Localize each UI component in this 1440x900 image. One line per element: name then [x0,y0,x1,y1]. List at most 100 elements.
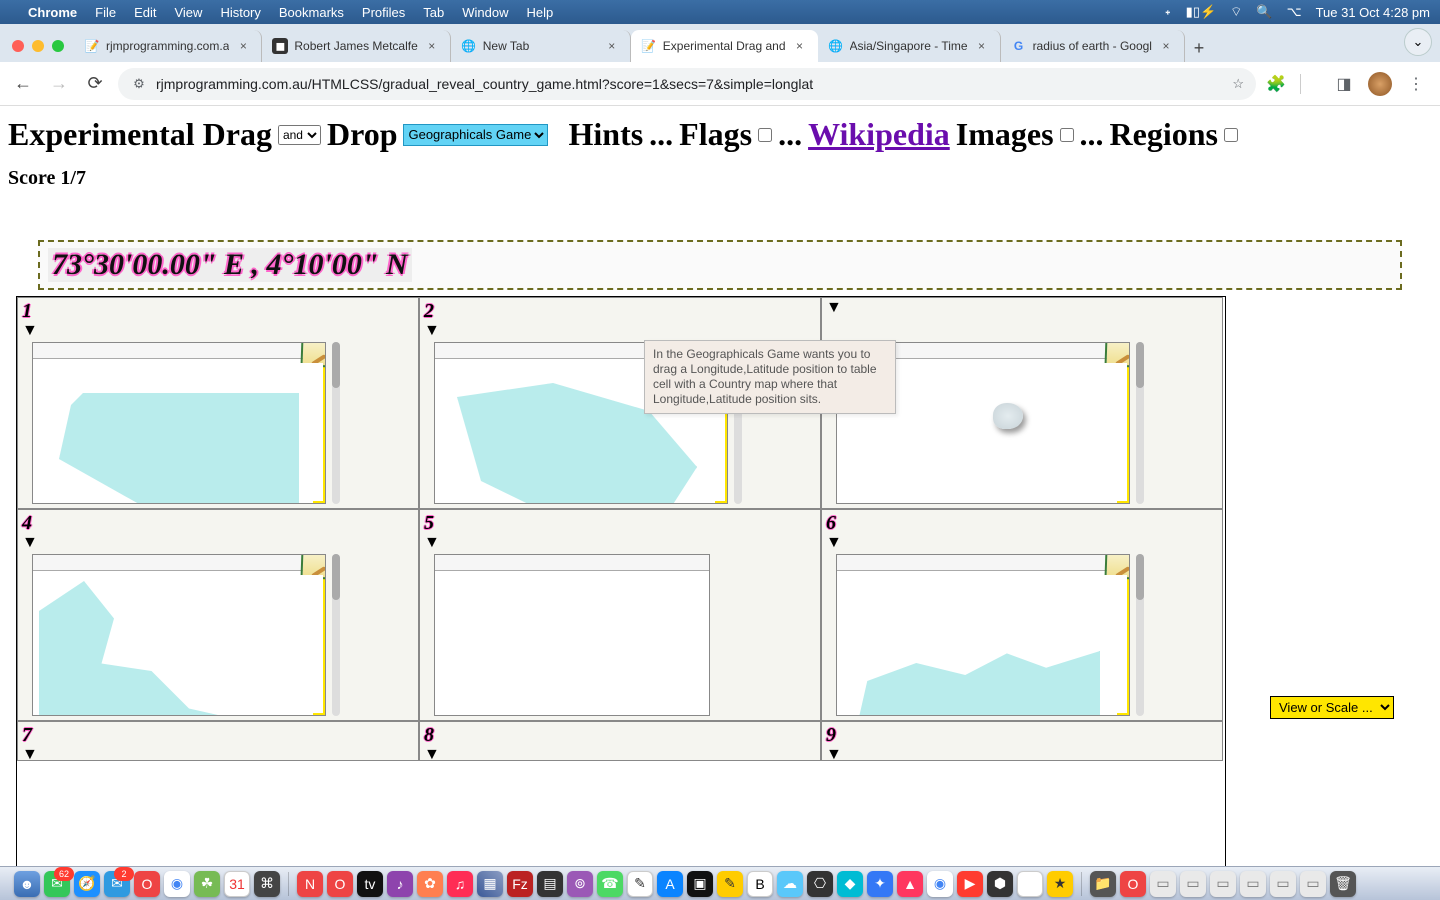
back-button[interactable]: ← [10,71,36,97]
dock-doc2[interactable]: ▭ [1180,871,1206,897]
dock-app10[interactable]: ▣ [687,871,713,897]
menu-edit[interactable]: Edit [134,5,156,20]
menu-bookmarks[interactable]: Bookmarks [279,5,344,20]
dock-mail[interactable]: ✉ [104,871,130,897]
dock-chrome[interactable]: ◉ [164,871,190,897]
expand-icon[interactable]: ▼ [22,323,414,339]
menu-file[interactable]: File [95,5,116,20]
dock-app[interactable]: ☘ [194,871,220,897]
dock-filezilla[interactable]: Fz [507,871,533,897]
dock-terminal[interactable]: ⌘ [254,871,280,897]
checkbox-images[interactable] [1060,128,1074,142]
dock-app19[interactable]: ✕ [1017,871,1043,897]
dock-app9[interactable]: ✎ [627,871,653,897]
profile-avatar[interactable] [1368,72,1392,96]
app-name[interactable]: Chrome [28,5,77,20]
draggable-coordinate[interactable]: 73°30'00.00" E , 4°10'00" N [48,248,412,282]
expand-icon[interactable]: ▼ [826,747,1218,761]
dock-calendar[interactable]: 31 [224,871,250,897]
select-game-mode[interactable]: Geographicals Game [403,124,548,146]
bookmark-star-icon[interactable]: ☆ [1232,76,1244,92]
tab-overflow-button[interactable]: ⌄ [1404,28,1432,56]
map-frame[interactable] [434,554,710,716]
dock-doc1[interactable]: ▭ [1150,871,1176,897]
dock-finder[interactable]: ☻ [14,871,40,897]
menu-tab[interactable]: Tab [423,5,444,20]
view-scale-select[interactable]: View or Scale ... [1270,696,1394,719]
tab-5[interactable]: 🌐 Asia/Singapore - Time × [818,30,1001,62]
dock-messages[interactable]: ✉ [44,871,70,897]
new-tab-button[interactable]: + [1185,34,1213,62]
cell-5[interactable]: 5 ▼ [419,509,821,721]
tab-2[interactable]: ◼ Robert James Metcalfe × [262,30,450,62]
wifi-icon[interactable]: ⌔ [1230,4,1242,20]
dock-app5[interactable]: ✿ [417,871,443,897]
tab-1[interactable]: 📝 rjmprogramming.com.a × [74,30,262,62]
dock-chrome2[interactable]: ◉ [927,871,953,897]
dock-doc6[interactable]: ▭ [1300,871,1326,897]
expand-icon[interactable]: ▼ [424,747,816,761]
dock-app12[interactable]: B [747,871,773,897]
menubar-clock[interactable]: Tue 31 Oct 4:28 pm [1316,5,1430,20]
menu-help[interactable]: Help [527,5,554,20]
expand-icon[interactable]: ▼ [424,535,816,551]
dock-appletv[interactable]: tv [357,871,383,897]
menu-window[interactable]: Window [462,5,508,20]
forward-button[interactable]: → [46,71,72,97]
tab-close-icon[interactable]: × [1158,39,1174,53]
cell-4[interactable]: 4 ▼ [17,509,419,721]
spotlight-icon[interactable]: 🔍 [1256,4,1272,20]
dock-app7[interactable]: ▤ [537,871,563,897]
checkbox-regions[interactable] [1224,128,1238,142]
dock-doc3[interactable]: ▭ [1210,871,1236,897]
minimize-window-button[interactable] [32,40,44,52]
site-settings-icon[interactable]: ⚙ [130,76,148,92]
dock-folder[interactable]: 📁 [1090,871,1116,897]
dock-music[interactable]: ♫ [447,871,473,897]
dock-app6[interactable]: ▦ [477,871,503,897]
menu-profiles[interactable]: Profiles [362,5,405,20]
dock-doc5[interactable]: ▭ [1270,871,1296,897]
dock-app17[interactable]: ▲ [897,871,923,897]
dock-app20[interactable]: ★ [1047,871,1073,897]
control-center-icon[interactable]: ⌥ [1287,4,1302,20]
dock-app14[interactable]: ⎔ [807,871,833,897]
map-frame[interactable] [32,554,326,716]
dock-app4[interactable]: ♪ [387,871,413,897]
reload-button[interactable]: ⟳ [82,71,108,97]
cell-8[interactable]: 8 ▼ [419,721,821,761]
chrome-menu-icon[interactable]: ⋮ [1406,74,1426,94]
dock-app16[interactable]: ✦ [867,871,893,897]
dock-app13[interactable]: ☁ [777,871,803,897]
tab-close-icon[interactable]: × [424,39,440,53]
dock-podcasts[interactable]: ⊚ [567,871,593,897]
dock-opera2[interactable]: O [1120,871,1146,897]
cell-6[interactable]: 6 ▼ [821,509,1223,721]
tab-4-active[interactable]: 📝 Experimental Drag and × [631,30,818,62]
extensions-icon[interactable]: 🧩 [1266,74,1286,94]
expand-icon[interactable]: ▼ [22,535,414,551]
dock-safari[interactable]: 🧭 [74,871,100,897]
dock-youtube[interactable]: ▶ [957,871,983,897]
dock-appstore[interactable]: A [657,871,683,897]
dock-app15[interactable]: ◆ [837,871,863,897]
wikipedia-link[interactable]: Wikipedia [808,116,950,153]
map-frame[interactable] [836,554,1130,716]
menu-view[interactable]: View [174,5,202,20]
address-bar[interactable]: ⚙ rjmprogramming.com.au/HTMLCSS/gradual_… [118,68,1256,100]
maximize-window-button[interactable] [52,40,64,52]
cell-7[interactable]: 7 ▼ [17,721,419,761]
expand-icon[interactable]: ▼ [826,535,1218,551]
select-and[interactable]: and [278,125,321,145]
tab-3[interactable]: 🌐 New Tab × [451,30,631,62]
tab-6[interactable]: G radius of earth - Googl × [1001,30,1185,62]
sidepanel-icon[interactable]: ◨ [1334,74,1354,94]
dock-app3[interactable]: O [327,871,353,897]
dock-app8[interactable]: ☎ [597,871,623,897]
bluetooth-icon[interactable]: ᛭ [1164,5,1172,20]
tab-close-icon[interactable]: × [604,39,620,53]
tab-close-icon[interactable]: × [792,39,808,53]
expand-icon[interactable]: ▼ [22,747,414,761]
tab-close-icon[interactable]: × [974,39,990,53]
dock-app11[interactable]: ✎ [717,871,743,897]
